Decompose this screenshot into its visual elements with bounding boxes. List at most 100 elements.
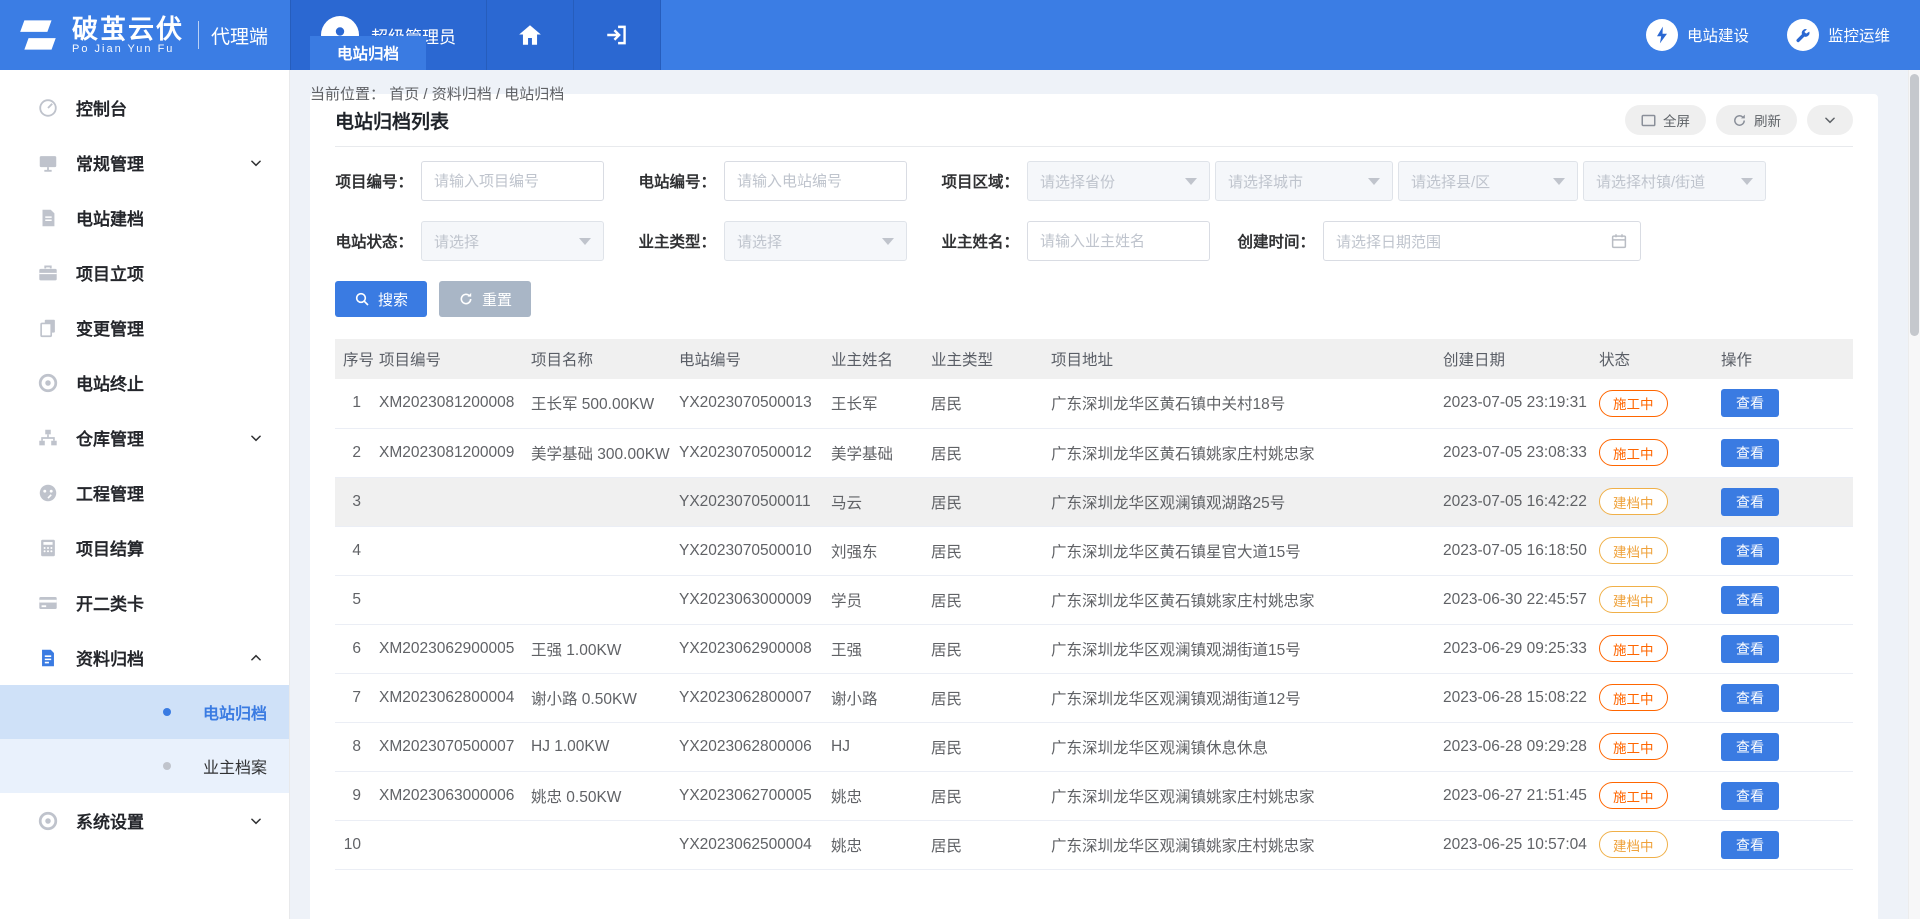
caret-down-icon <box>579 238 591 245</box>
fullscreen-button[interactable]: 全屏 <box>1625 105 1706 135</box>
monitor-ops-label: 监控运维 <box>1828 24 1890 46</box>
station-build-link[interactable]: 电站建设 <box>1646 19 1749 51</box>
table-row: 6 XM2023062900005 王强 1.00KW YX2023062900… <box>335 624 1853 673</box>
status-badge: 施工中 <box>1599 439 1668 466</box>
sidebar-item-system-settings[interactable]: 系统设置 <box>0 793 289 848</box>
topbar-right: 电站建设 监控运维 <box>1646 0 1920 70</box>
view-button[interactable]: 查看 <box>1721 831 1779 859</box>
gauge-icon <box>37 482 59 504</box>
archive-submenu: 电站归档 业主档案 <box>0 685 289 793</box>
sidebar-item-project-settlement[interactable]: 项目结算 <box>0 520 289 575</box>
sidebar-item-warehouse-management[interactable]: 仓库管理 <box>0 410 289 465</box>
page-scrollbar[interactable] <box>1908 70 1920 919</box>
breadcrumb-prefix: 当前位置： <box>310 86 385 103</box>
sidebar-subitem-station-archive[interactable]: 电站归档 <box>0 685 289 739</box>
briefcase-icon <box>37 262 59 284</box>
station-no-input[interactable] <box>724 161 907 201</box>
view-button[interactable]: 查看 <box>1721 389 1779 417</box>
home-button[interactable] <box>486 0 573 70</box>
chevron-down-icon <box>249 814 263 828</box>
town-select[interactable]: 请选择村镇/街道 <box>1583 161 1766 201</box>
sidebar-item-general-management[interactable]: 常规管理 <box>0 135 289 190</box>
brand: 破茧云伏 Po Jian Yun Fu 代理端 <box>0 0 290 70</box>
owner-type-select[interactable]: 请选择 <box>724 221 907 261</box>
sidebar-item-data-archive[interactable]: 资料归档 <box>0 630 289 685</box>
view-button[interactable]: 查看 <box>1721 537 1779 565</box>
chevron-down-icon <box>249 431 263 445</box>
province-select[interactable]: 请选择省份 <box>1027 161 1210 201</box>
logout-button[interactable] <box>573 0 661 70</box>
station-no-label: 电站编号： <box>638 170 716 192</box>
dashboard-icon <box>37 97 59 119</box>
collapse-button[interactable] <box>1807 105 1853 135</box>
station-archive-table: 序号 项目编号 项目名称 电站编号 业主姓名 业主类型 项目地址 创建日期 状态… <box>335 339 1853 870</box>
view-button[interactable]: 查看 <box>1721 684 1779 712</box>
search-button[interactable]: 搜索 <box>335 281 427 317</box>
caret-down-icon <box>1368 178 1380 185</box>
breadcrumb-page[interactable]: 电站归档 <box>504 86 564 103</box>
table-row: 8 XM2023070500007 HJ 1.00KW YX2023062800… <box>335 722 1853 771</box>
table-header-row: 序号 项目编号 项目名称 电站编号 业主姓名 业主类型 项目地址 创建日期 状态… <box>335 339 1853 379</box>
date-range-input[interactable]: 请选择日期范围 <box>1323 221 1641 261</box>
create-time-label: 创建时间： <box>1237 230 1315 252</box>
document-icon <box>37 207 59 229</box>
sidebar-item-change-management[interactable]: 变更管理 <box>0 300 289 355</box>
reset-button[interactable]: 重置 <box>439 281 531 317</box>
reset-refresh-icon <box>458 291 474 307</box>
status-badge: 施工中 <box>1599 635 1668 662</box>
status-badge: 建档中 <box>1599 537 1668 564</box>
sidebar-subitem-owner-archive[interactable]: 业主档案 <box>0 739 289 793</box>
status-badge: 施工中 <box>1599 390 1668 417</box>
logout-icon <box>604 22 630 48</box>
chevron-up-icon <box>249 651 263 665</box>
bullet-icon <box>163 762 171 770</box>
sitemap-icon <box>37 427 59 449</box>
view-button[interactable]: 查看 <box>1721 733 1779 761</box>
portal-label: 代理端 <box>211 22 268 49</box>
owner-name-input[interactable] <box>1027 221 1210 261</box>
copy-pages-icon <box>37 317 59 339</box>
project-no-input[interactable] <box>421 161 604 201</box>
bullet-icon <box>163 708 171 716</box>
sidebar-item-station-termination[interactable]: 电站终止 <box>0 355 289 410</box>
table-row: 1 XM2023081200008 王长军 500.00KW YX2023070… <box>335 379 1853 428</box>
owner-name-label: 业主姓名： <box>941 230 1019 252</box>
scrollbar-thumb[interactable] <box>1910 74 1919 336</box>
breadcrumb: 当前位置： 首页 / 资料归档 / 电站归档 <box>310 83 564 104</box>
archive-document-icon <box>37 647 59 669</box>
table-row: 10 YX2023062500004 姚忠 居民 广东深圳龙华区观澜镇姚家庄村姚… <box>335 820 1853 869</box>
caret-down-icon <box>1185 178 1197 185</box>
refresh-button[interactable]: 刷新 <box>1716 105 1797 135</box>
view-button[interactable]: 查看 <box>1721 635 1779 663</box>
search-icon <box>354 291 370 307</box>
tab-station-archive[interactable]: 电站归档 <box>310 36 426 70</box>
target-icon <box>37 372 59 394</box>
view-button[interactable]: 查看 <box>1721 439 1779 467</box>
view-button[interactable]: 查看 <box>1721 586 1779 614</box>
monitor-ops-link[interactable]: 监控运维 <box>1787 19 1890 51</box>
breadcrumb-section[interactable]: 资料归档 <box>432 86 492 103</box>
brand-logo-icon <box>16 14 62 56</box>
status-badge: 施工中 <box>1599 782 1668 809</box>
sidebar-item-station-filing[interactable]: 电站建档 <box>0 190 289 245</box>
breadcrumb-home[interactable]: 首页 <box>389 86 419 103</box>
settings-target-icon <box>37 810 59 832</box>
chevron-down-icon <box>249 156 263 170</box>
calculator-icon <box>37 537 59 559</box>
sidebar-item-second-class-card[interactable]: 开二类卡 <box>0 575 289 630</box>
filter-form: 项目编号： 电站编号： 项目区域： 请选择省份 <box>335 147 1853 317</box>
sidebar-item-engineering-management[interactable]: 工程管理 <box>0 465 289 520</box>
sidebar-item-project-initiation[interactable]: 项目立项 <box>0 245 289 300</box>
city-select[interactable]: 请选择城市 <box>1215 161 1393 201</box>
status-badge: 施工中 <box>1599 733 1668 760</box>
view-button[interactable]: 查看 <box>1721 488 1779 516</box>
caret-down-icon <box>1741 178 1753 185</box>
county-select[interactable]: 请选择县/区 <box>1398 161 1578 201</box>
brand-divider <box>198 21 199 49</box>
station-status-select[interactable]: 请选择 <box>421 221 604 261</box>
status-badge: 建档中 <box>1599 488 1668 515</box>
calendar-icon <box>1610 232 1628 250</box>
sidebar-item-console[interactable]: 控制台 <box>0 80 289 135</box>
view-button[interactable]: 查看 <box>1721 782 1779 810</box>
fullscreen-icon <box>1641 114 1656 127</box>
